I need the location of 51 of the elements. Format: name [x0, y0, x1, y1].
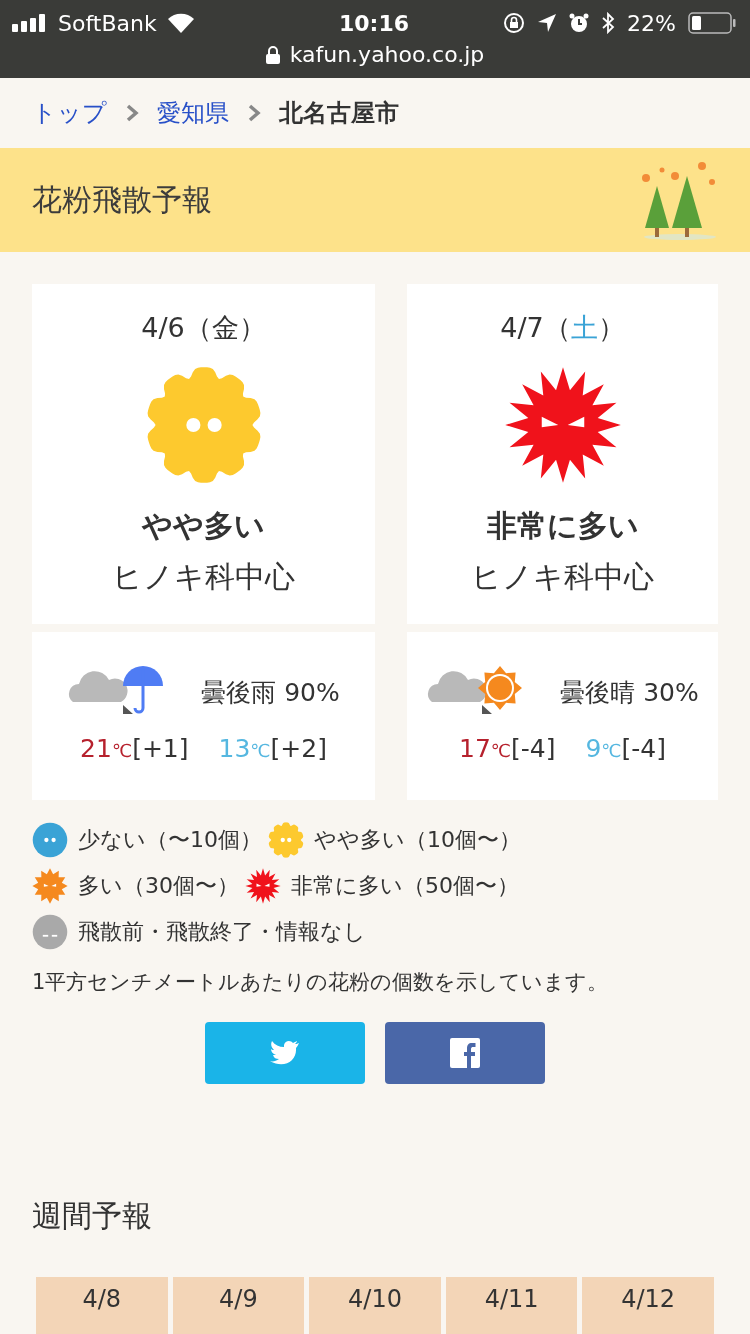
location-arrow-icon: [537, 13, 558, 33]
weekly-date-cell: 4/8: [36, 1277, 168, 1334]
lock-icon: [265, 45, 280, 64]
legend-label: 少ない（〜10個）: [78, 826, 262, 854]
legend-label: やや多い（10個〜）: [314, 826, 521, 854]
weather-forecast: 曇後晴 30%: [560, 676, 699, 709]
weekly-date-cell: 4/10: [309, 1277, 441, 1334]
weather-forecast: 曇後雨 90%: [201, 676, 340, 709]
bluetooth-icon: [601, 12, 616, 34]
signal-icon: [12, 14, 48, 32]
battery-percent: 22%: [627, 10, 676, 36]
trees-icon: [640, 162, 718, 242]
forecast-date: 4/7（土）: [500, 311, 625, 345]
section-title: 花粉飛散予報: [32, 180, 212, 219]
pollen-face-icon: [32, 914, 68, 950]
pollen-level: 非常に多い: [486, 507, 639, 545]
bird-icon: [270, 1040, 300, 1066]
alarm-clock-icon: [569, 13, 590, 33]
facebook-share-button[interactable]: [385, 1022, 545, 1084]
pollen-face-icon: [32, 868, 68, 904]
pollen-face-icon: [268, 822, 304, 858]
low-temperature: 13℃[+2]: [218, 734, 327, 763]
low-temperature: 9℃[-4]: [585, 734, 666, 763]
legend-label: 非常に多い（50個〜）: [291, 872, 519, 900]
clock-time: 10:16: [339, 10, 409, 36]
battery-icon: [688, 12, 736, 34]
carrier-name: SoftBank: [58, 10, 157, 36]
legend-label: 多い（30個〜）: [78, 872, 239, 900]
high-temperature: 17℃[-4]: [459, 734, 556, 763]
weekly-forecast-title: 週間予報: [32, 1197, 153, 1235]
note-text: 1平方センチメートルあたりの花粉の個数を示しています。: [32, 969, 610, 996]
facebook-icon: [450, 1038, 480, 1068]
legend-label: 飛散前・飛散終了・情報なし: [78, 918, 366, 946]
pollen-type: ヒノキ科中心: [112, 558, 295, 596]
rotation-lock-icon: [503, 12, 526, 34]
weekly-date-cell: 4/9: [172, 1277, 305, 1334]
wifi-icon: [166, 13, 195, 33]
weekly-date-cell: 4/11: [445, 1277, 578, 1334]
pollen-type: ヒノキ科中心: [471, 558, 654, 596]
breadcrumb-current: 北名古屋市: [279, 98, 399, 129]
breadcrumb-link[interactable]: トップ: [32, 97, 107, 129]
high-temperature: 21℃[+1]: [80, 734, 189, 763]
chevron-right-icon: [247, 103, 261, 123]
pollen-face-icon: [245, 868, 281, 904]
forecast-date: 4/6（金）: [141, 311, 266, 345]
pollen-face-icon: [32, 822, 68, 858]
pollen-level: やや多い: [142, 507, 265, 545]
url-text[interactable]: kafun.yahoo.co.jp: [289, 42, 485, 67]
breadcrumb-link[interactable]: 愛知県: [157, 97, 229, 129]
chevron-right-icon: [125, 103, 139, 123]
weekly-date-cell: 4/12: [582, 1277, 714, 1334]
